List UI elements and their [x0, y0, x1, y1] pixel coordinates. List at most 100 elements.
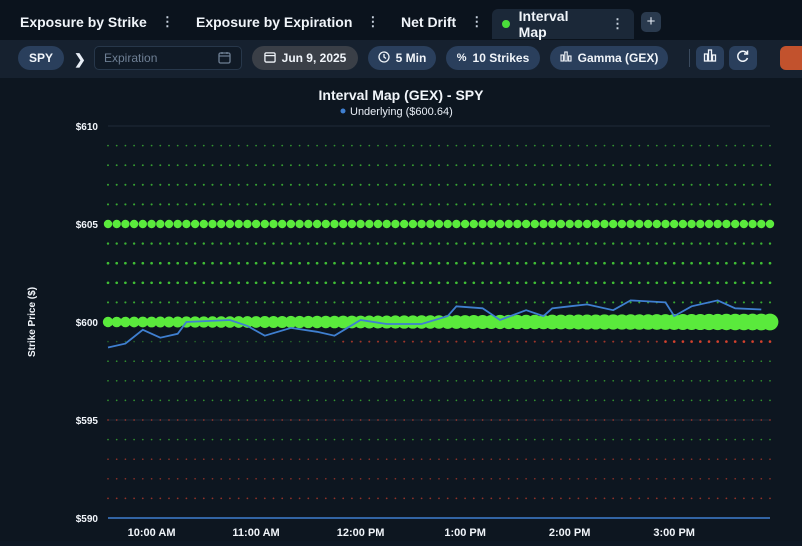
gex-point[interactable] — [498, 281, 502, 285]
gex-point[interactable] — [751, 379, 754, 382]
gex-point[interactable] — [202, 144, 205, 147]
gex-point[interactable] — [638, 458, 641, 461]
gex-point[interactable] — [359, 164, 362, 167]
gex-point[interactable] — [333, 301, 336, 304]
gex-point[interactable] — [499, 477, 501, 480]
gex-point[interactable] — [281, 379, 284, 382]
gex-point[interactable] — [525, 497, 527, 500]
gex-point[interactable] — [229, 144, 231, 147]
gex-point[interactable] — [542, 360, 545, 363]
gex-point[interactable] — [290, 477, 292, 480]
gex-point[interactable] — [542, 242, 545, 245]
gex-point[interactable] — [351, 144, 353, 147]
gex-point[interactable] — [751, 399, 754, 402]
gex-point[interactable] — [385, 438, 388, 441]
gex-point[interactable] — [560, 438, 562, 441]
gex-point[interactable] — [437, 203, 441, 206]
gex-point[interactable] — [612, 203, 615, 206]
gex-point[interactable] — [499, 419, 501, 421]
gex-point[interactable] — [220, 144, 223, 147]
gex-point[interactable] — [716, 340, 719, 343]
gex-point[interactable] — [490, 144, 493, 147]
gex-point[interactable] — [385, 399, 388, 402]
gex-point[interactable] — [490, 379, 493, 382]
gex-point[interactable] — [133, 360, 135, 363]
gex-point[interactable] — [286, 219, 296, 229]
gex-point[interactable] — [185, 419, 188, 421]
calendar-icon[interactable] — [218, 51, 231, 67]
gex-point[interactable] — [565, 219, 574, 229]
gex-point[interactable] — [768, 183, 772, 186]
gex-point[interactable] — [551, 183, 554, 186]
gex-point[interactable] — [107, 144, 109, 147]
gex-point[interactable] — [289, 281, 293, 285]
gex-point[interactable] — [725, 458, 728, 461]
gex-point[interactable] — [272, 203, 275, 206]
gex-point[interactable] — [594, 242, 597, 245]
gex-point[interactable] — [254, 242, 258, 245]
gex-point[interactable] — [722, 219, 731, 229]
gex-point[interactable] — [472, 203, 475, 206]
gex-point[interactable] — [385, 261, 389, 265]
gex-point[interactable] — [359, 301, 362, 304]
gex-point[interactable] — [255, 497, 257, 500]
gex-point[interactable] — [394, 144, 397, 147]
gex-point[interactable] — [228, 183, 231, 186]
gex-point[interactable] — [124, 164, 127, 167]
gex-point[interactable] — [342, 399, 345, 402]
gex-point[interactable] — [107, 438, 109, 441]
gex-point[interactable] — [159, 419, 162, 421]
gex-point[interactable] — [646, 261, 650, 265]
gex-point[interactable] — [673, 379, 676, 382]
gex-point[interactable] — [324, 281, 328, 285]
gex-point[interactable] — [759, 281, 763, 285]
gex-point[interactable] — [185, 144, 188, 147]
gex-point[interactable] — [655, 379, 658, 382]
gex-point[interactable] — [385, 477, 388, 480]
gex-point[interactable] — [341, 281, 345, 285]
gex-point[interactable] — [472, 477, 475, 480]
gex-point[interactable] — [594, 261, 598, 265]
gex-point[interactable] — [769, 164, 771, 167]
gex-point[interactable] — [412, 144, 414, 147]
gex-point[interactable] — [507, 281, 511, 285]
gex-point[interactable] — [377, 399, 379, 402]
gex-point[interactable] — [359, 379, 362, 382]
gex-point[interactable] — [342, 164, 345, 167]
gex-point[interactable] — [385, 340, 388, 343]
gex-point[interactable] — [342, 340, 345, 343]
gex-point[interactable] — [664, 261, 667, 265]
gex-point[interactable] — [237, 203, 240, 206]
gex-point[interactable] — [141, 242, 144, 245]
gex-point[interactable] — [760, 360, 763, 363]
gex-point[interactable] — [269, 219, 278, 229]
gex-point[interactable] — [107, 458, 109, 461]
gex-point[interactable] — [621, 458, 623, 461]
gex-point[interactable] — [359, 242, 362, 245]
gex-point[interactable] — [420, 399, 423, 402]
gex-point[interactable] — [490, 183, 493, 186]
gex-point[interactable] — [437, 340, 441, 343]
gex-point[interactable] — [272, 281, 275, 285]
gex-point[interactable] — [621, 477, 623, 480]
gex-point[interactable] — [655, 497, 658, 500]
gex-point[interactable] — [272, 399, 275, 402]
gex-point[interactable] — [316, 183, 319, 186]
gex-point[interactable] — [182, 219, 191, 229]
gex-point[interactable] — [394, 203, 397, 206]
gex-point[interactable] — [237, 458, 240, 461]
gex-point[interactable] — [103, 219, 113, 229]
gex-point[interactable] — [670, 219, 679, 229]
gex-point[interactable] — [690, 399, 693, 402]
gex-point[interactable] — [542, 164, 545, 167]
gex-point[interactable] — [472, 144, 475, 147]
gex-point[interactable] — [481, 301, 484, 304]
gex-point[interactable] — [664, 419, 667, 421]
gex-point[interactable] — [263, 360, 266, 363]
gex-point[interactable] — [376, 261, 380, 265]
gex-point[interactable] — [769, 399, 771, 402]
gex-point[interactable] — [351, 477, 353, 480]
gex-point[interactable] — [272, 477, 275, 480]
gex-point[interactable] — [603, 438, 606, 441]
gex-point[interactable] — [168, 399, 170, 402]
